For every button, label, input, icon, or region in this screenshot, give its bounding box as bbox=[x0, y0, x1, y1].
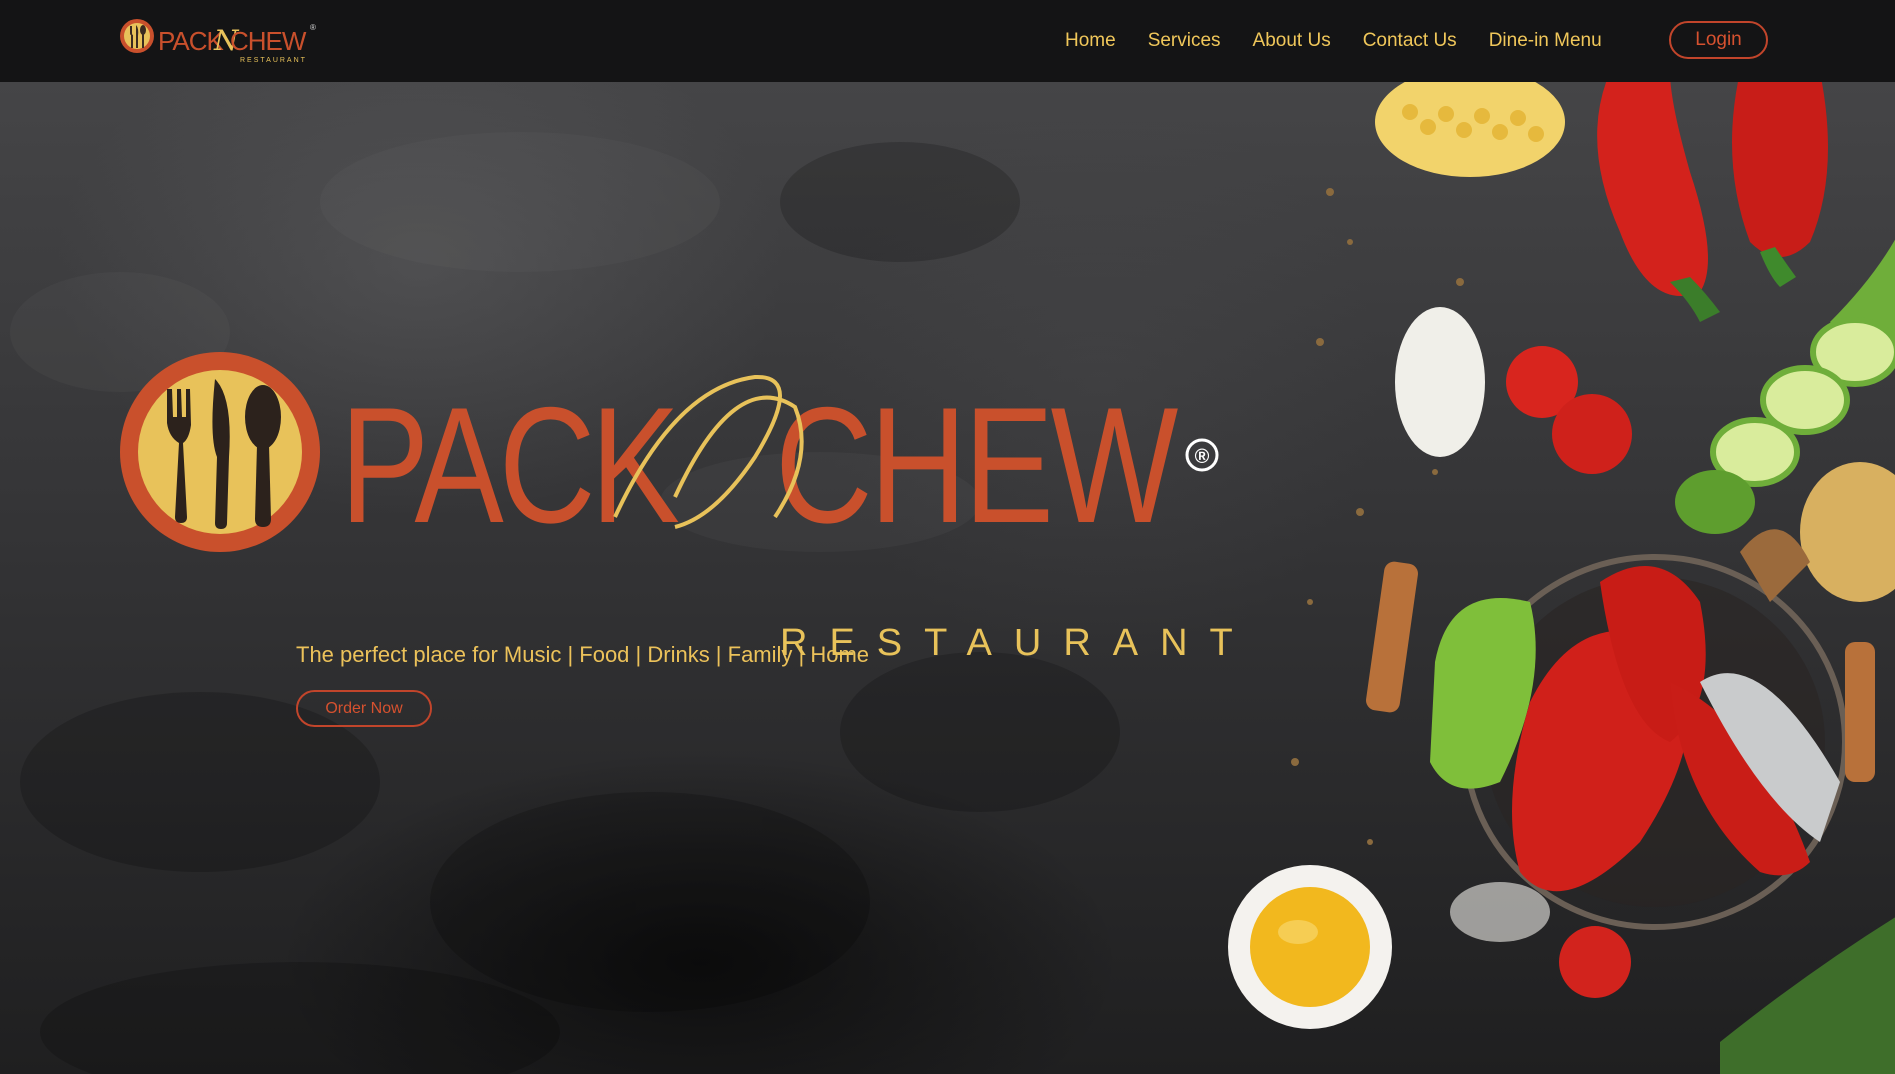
top-navbar: PACK N CHEW RESTAURANT ® Home Services A… bbox=[0, 0, 1895, 82]
nav-item-contact-us[interactable]: Contact Us bbox=[1363, 30, 1457, 52]
main-nav: Home Services About Us Contact Us Dine-i… bbox=[1065, 0, 1634, 82]
nav-brand-registered: ® bbox=[310, 23, 316, 32]
corn-image bbox=[1375, 82, 1565, 177]
zucchini-bottom-image bbox=[1720, 917, 1895, 1074]
nav-brand-logo[interactable]: PACK N CHEW RESTAURANT ® bbox=[118, 16, 323, 66]
hero-brand-logo: PACK CHEW N RESTAURANT ® bbox=[120, 352, 1233, 664]
hero-tagline: The perfect place for Music | Food | Dri… bbox=[296, 642, 870, 667]
hero-section: PACK CHEW N RESTAURANT ® The perfect pla… bbox=[0, 82, 1895, 1074]
red-pepper-top-image bbox=[1597, 82, 1828, 322]
page: PACK N CHEW RESTAURANT ® Home Services A… bbox=[0, 0, 1895, 1074]
nav-item-dine-in-menu[interactable]: Dine-in Menu bbox=[1489, 30, 1602, 52]
login-button[interactable]: Login bbox=[1669, 21, 1768, 59]
order-now-button[interactable]: Order Now bbox=[296, 690, 432, 727]
hero-brand-pack: PACK bbox=[340, 373, 679, 557]
nav-item-about-us[interactable]: About Us bbox=[1253, 30, 1331, 52]
hero-brand-chew: CHEW bbox=[775, 373, 1178, 557]
oil-bowl-image bbox=[1228, 865, 1392, 1029]
basket-image bbox=[1366, 529, 1875, 930]
nav-brand-subtitle: RESTAURANT bbox=[240, 57, 307, 64]
vegetables-food-photo bbox=[1228, 82, 1895, 1074]
nav-item-services[interactable]: Services bbox=[1148, 30, 1221, 52]
nav-item-home[interactable]: Home bbox=[1065, 30, 1116, 52]
nav-brand-chew: CHEW bbox=[230, 26, 307, 56]
potato-image bbox=[1800, 462, 1895, 602]
